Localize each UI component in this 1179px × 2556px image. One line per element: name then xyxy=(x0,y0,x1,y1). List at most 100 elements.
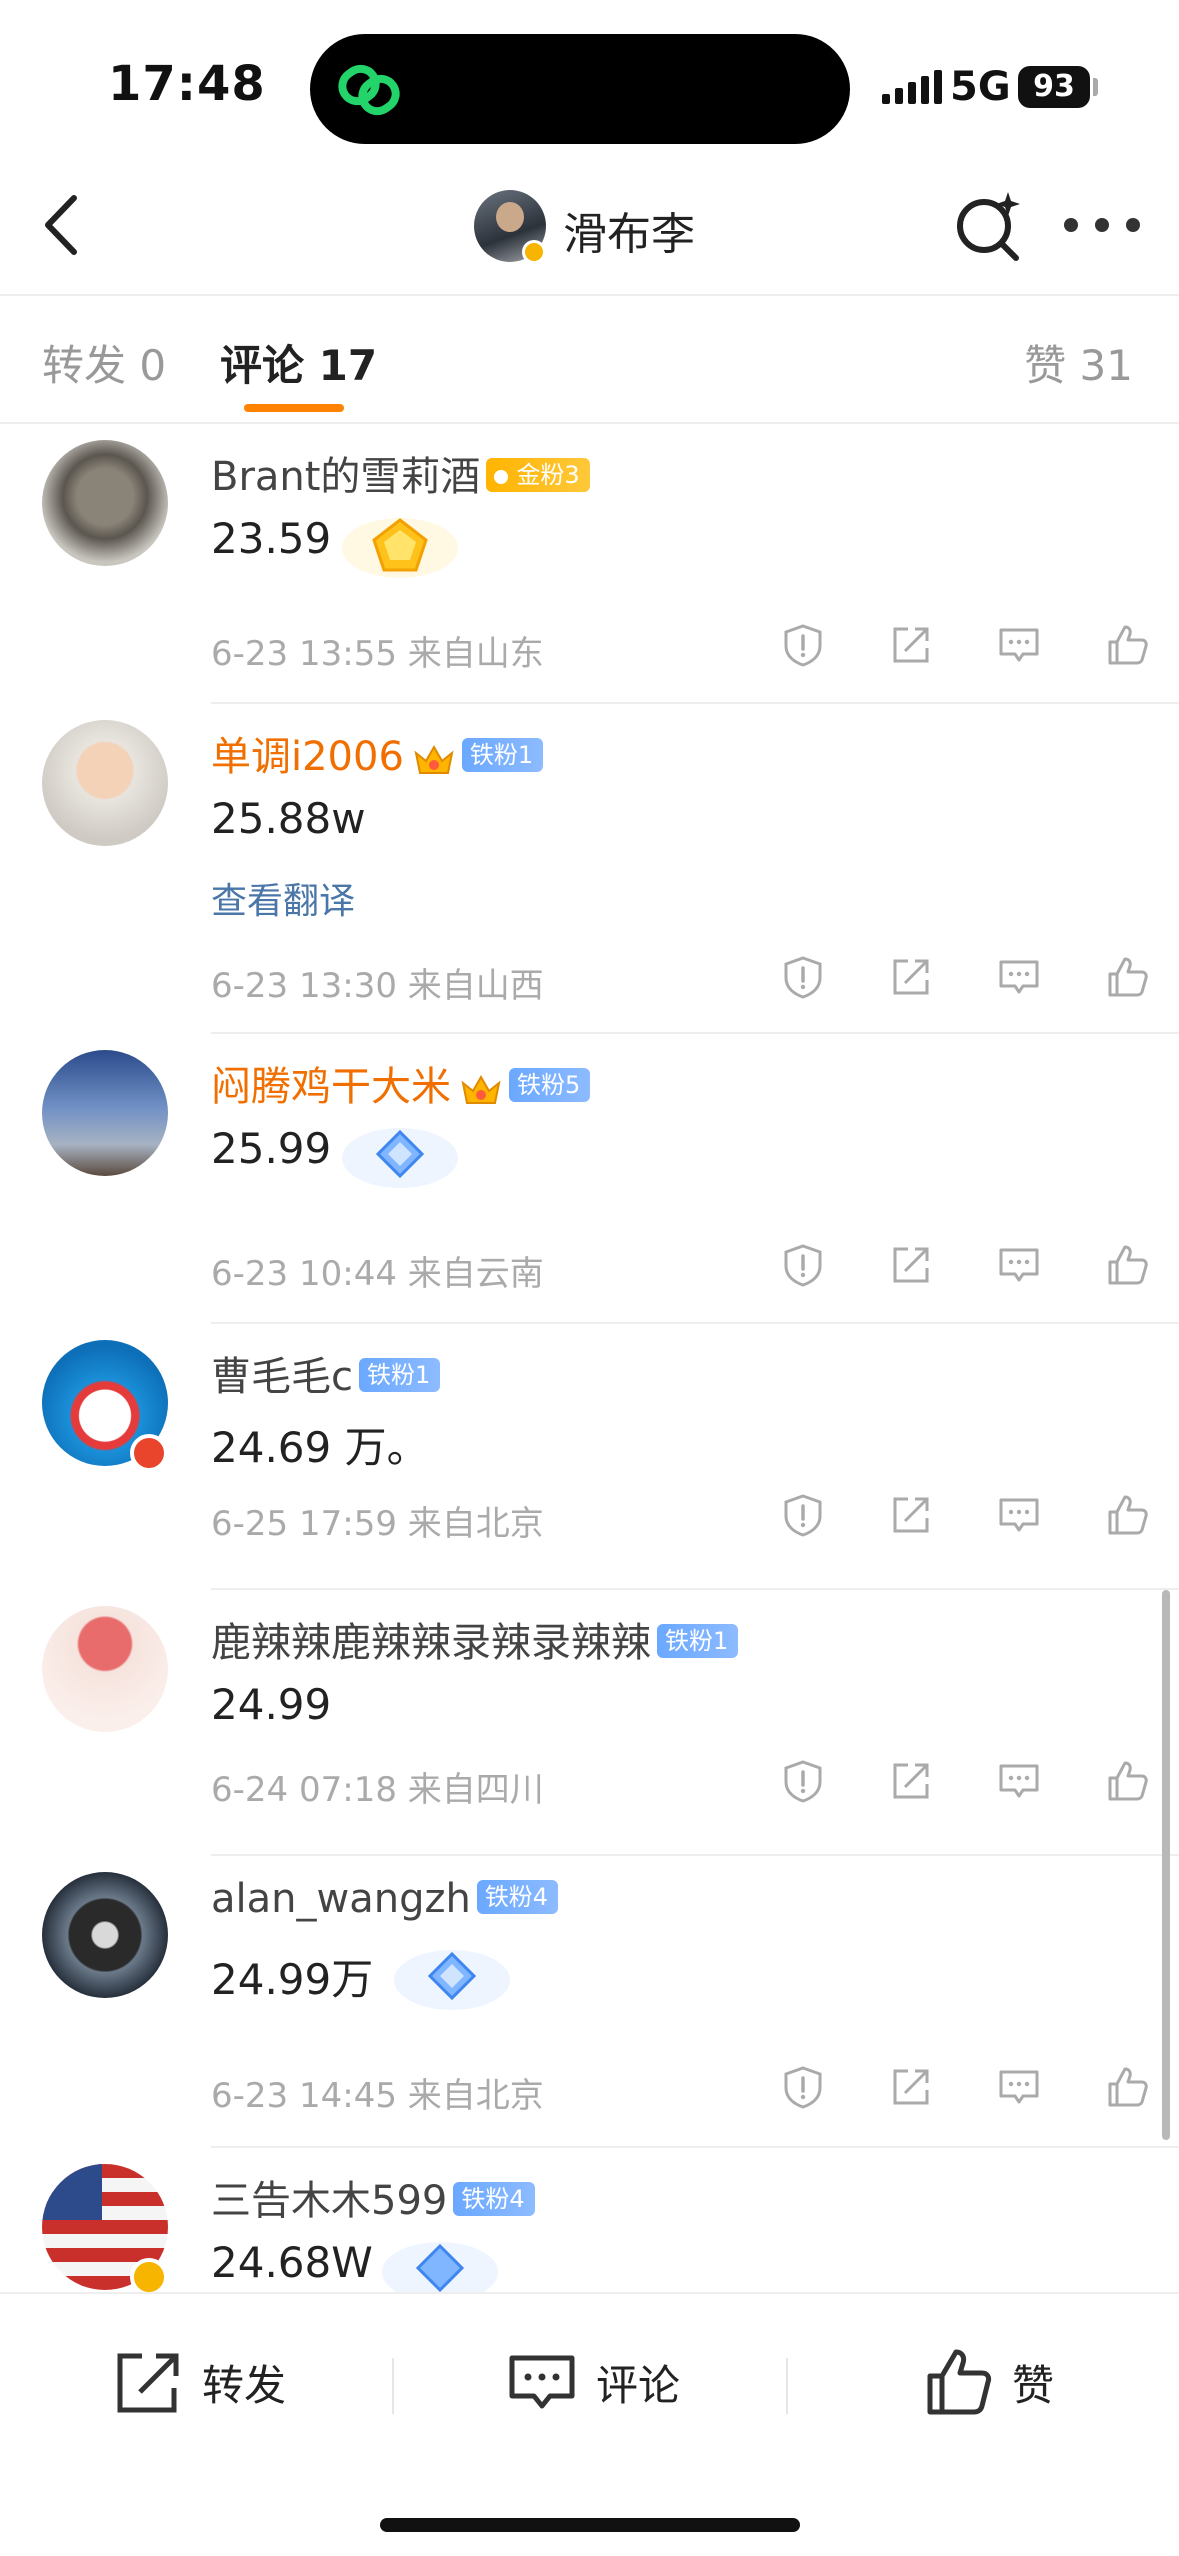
comment-username[interactable]: 单调i2006 铁粉1 xyxy=(211,724,544,782)
report-icon[interactable] xyxy=(780,1492,826,1538)
report-icon[interactable] xyxy=(780,622,826,668)
comment-text: 24.68W xyxy=(211,2238,373,2287)
like-thumb-icon[interactable] xyxy=(1104,1492,1150,1538)
comment-actions xyxy=(780,954,1150,1000)
user-avatar[interactable] xyxy=(42,1050,168,1176)
report-icon[interactable] xyxy=(780,1758,826,1804)
fan-badge: 铁粉1 xyxy=(359,1358,441,1392)
comment-icon xyxy=(509,2355,575,2409)
repost-button[interactable]: 转发 xyxy=(112,2346,286,2418)
battery-icon: 93 xyxy=(1018,66,1090,108)
reply-icon[interactable] xyxy=(996,1758,1042,1804)
fan-badge-label: 铁粉4 xyxy=(461,2185,525,2213)
comment-username[interactable]: alan_wangzh 铁粉4 xyxy=(211,1876,559,1922)
like-icon xyxy=(927,2349,992,2415)
user-avatar[interactable] xyxy=(42,720,168,846)
comment-text: 24.69 万。 xyxy=(211,1423,429,1472)
like-thumb-icon[interactable] xyxy=(1104,622,1150,668)
user-avatar[interactable] xyxy=(42,1606,168,1732)
user-avatar[interactable] xyxy=(42,1872,168,1998)
report-icon[interactable] xyxy=(780,954,826,1000)
report-icon[interactable] xyxy=(780,1242,826,1288)
share-icon[interactable] xyxy=(888,2064,934,2110)
comment-actions xyxy=(780,1492,1150,1538)
reply-icon[interactable] xyxy=(996,622,1042,668)
repost-icon xyxy=(117,2353,179,2413)
comment-text: 24.99万 xyxy=(211,1955,374,2004)
bottom-separator xyxy=(786,2358,788,2414)
repost-label: 转发 xyxy=(202,2360,287,2410)
network-type: 5G xyxy=(950,64,1011,110)
comment-username[interactable]: 闷腾鸡干大米 铁粉5 xyxy=(211,1054,591,1112)
active-tab-indicator xyxy=(244,404,344,412)
fan-badge-label: 铁粉4 xyxy=(484,1883,549,1911)
comment-username[interactable]: 鹿辣辣鹿辣辣录辣录辣辣 铁粉1 xyxy=(211,1610,739,1668)
reply-icon[interactable] xyxy=(996,1492,1042,1538)
comment-item: alan_wangzh 铁粉4 24.99万 6-23 14:45 来自北京 xyxy=(0,1856,1179,2148)
comment-item: 鹿辣辣鹿辣辣录辣录辣辣 铁粉1 24.99 6-24 07:18 来自四川 xyxy=(0,1590,1179,1856)
fan-badge: 铁粉5 xyxy=(509,1068,591,1102)
tab-like[interactable]: 赞 31 xyxy=(1024,332,1133,393)
tab-repost[interactable]: 转发 0 xyxy=(42,332,166,393)
like-button[interactable]: 赞 xyxy=(922,2346,1054,2418)
comment-text: 25.88w xyxy=(211,794,366,843)
share-icon[interactable] xyxy=(888,954,934,1000)
comment-list[interactable]: Brant的雪莉酒 金粉3 23.59 6-23 13:55 来自山东 单调i20… xyxy=(0,424,1179,2292)
fan-badge: 铁粉1 xyxy=(657,1624,739,1658)
crown-icon xyxy=(461,1074,501,1104)
like-thumb-icon[interactable] xyxy=(1104,2064,1150,2110)
blue-diamond-sticker-icon xyxy=(394,1950,510,2010)
report-icon[interactable] xyxy=(780,2064,826,2110)
comment-item: Brant的雪莉酒 金粉3 23.59 6-23 13:55 来自山东 xyxy=(0,424,1179,704)
tab-comment[interactable]: 评论 17 xyxy=(220,332,377,393)
comment-text: 23.59 xyxy=(211,514,332,563)
username-text: 三告木木599 xyxy=(211,2178,448,2224)
comment-text: 25.99 xyxy=(211,1124,332,1173)
reply-icon[interactable] xyxy=(996,1242,1042,1288)
blue-diamond-sticker-icon xyxy=(382,2242,498,2292)
comment-item: 曹毛毛c 铁粉1 24.69 万。 6-25 17:59 来自北京 xyxy=(0,1324,1179,1590)
verified-badge-icon xyxy=(130,2258,168,2292)
home-indicator[interactable] xyxy=(380,2518,800,2532)
like-thumb-icon[interactable] xyxy=(1104,1242,1150,1288)
comment-meta: 6-24 07:18 来自四川 xyxy=(211,1770,544,1810)
nav-title[interactable]: 滑布李 xyxy=(563,198,695,262)
comment-username[interactable]: 曹毛毛c 铁粉1 xyxy=(211,1344,441,1402)
reply-icon[interactable] xyxy=(996,954,1042,1000)
comment-button[interactable]: 评论 xyxy=(506,2346,680,2418)
fan-badge: 铁粉4 xyxy=(476,1880,559,1914)
comment-actions xyxy=(780,622,1150,668)
link-activity-icon xyxy=(338,64,400,116)
reply-icon[interactable] xyxy=(996,2064,1042,2110)
cellular-signal-icon xyxy=(882,70,942,104)
back-chevron-icon[interactable] xyxy=(30,190,100,260)
username-text: 单调i2006 xyxy=(211,734,404,780)
comment-item: 单调i2006 铁粉1 25.88w 查看翻译 6-23 13:30 来自山西 xyxy=(0,704,1179,1034)
verified-badge-icon xyxy=(522,240,546,264)
blue-diamond-sticker-icon xyxy=(342,1128,458,1188)
comment-meta: 6-25 17:59 来自北京 xyxy=(211,1504,544,1544)
user-avatar[interactable] xyxy=(42,440,168,566)
share-icon[interactable] xyxy=(888,1242,934,1288)
comment-text: 24.99 xyxy=(211,1680,332,1729)
fan-badge: 金粉3 xyxy=(486,458,590,492)
crown-icon xyxy=(414,744,454,774)
more-options-icon[interactable] xyxy=(1064,210,1140,240)
share-icon[interactable] xyxy=(888,1758,934,1804)
username-text: 鹿辣辣鹿辣辣录辣录辣辣 xyxy=(211,1620,651,1666)
comment-username[interactable]: 三告木木599 铁粉4 xyxy=(211,2168,535,2226)
gold-gem-sticker-icon xyxy=(342,518,458,578)
view-translation-link[interactable]: 查看翻译 xyxy=(211,872,355,924)
ai-search-icon[interactable] xyxy=(952,188,1028,264)
battery-tip xyxy=(1093,78,1098,96)
like-thumb-icon[interactable] xyxy=(1104,954,1150,1000)
fan-badge-label: 铁粉1 xyxy=(665,1627,729,1655)
comment-item: 三告木木599 铁粉4 24.68W xyxy=(0,2148,1179,2292)
scroll-indicator[interactable] xyxy=(1162,1590,1170,2140)
share-icon[interactable] xyxy=(888,622,934,668)
comment-label: 评论 xyxy=(596,2360,681,2410)
user-vip-badge-icon xyxy=(130,1434,168,1472)
comment-username[interactable]: Brant的雪莉酒 金粉3 xyxy=(211,444,590,502)
share-icon[interactable] xyxy=(888,1492,934,1538)
like-thumb-icon[interactable] xyxy=(1104,1758,1150,1804)
